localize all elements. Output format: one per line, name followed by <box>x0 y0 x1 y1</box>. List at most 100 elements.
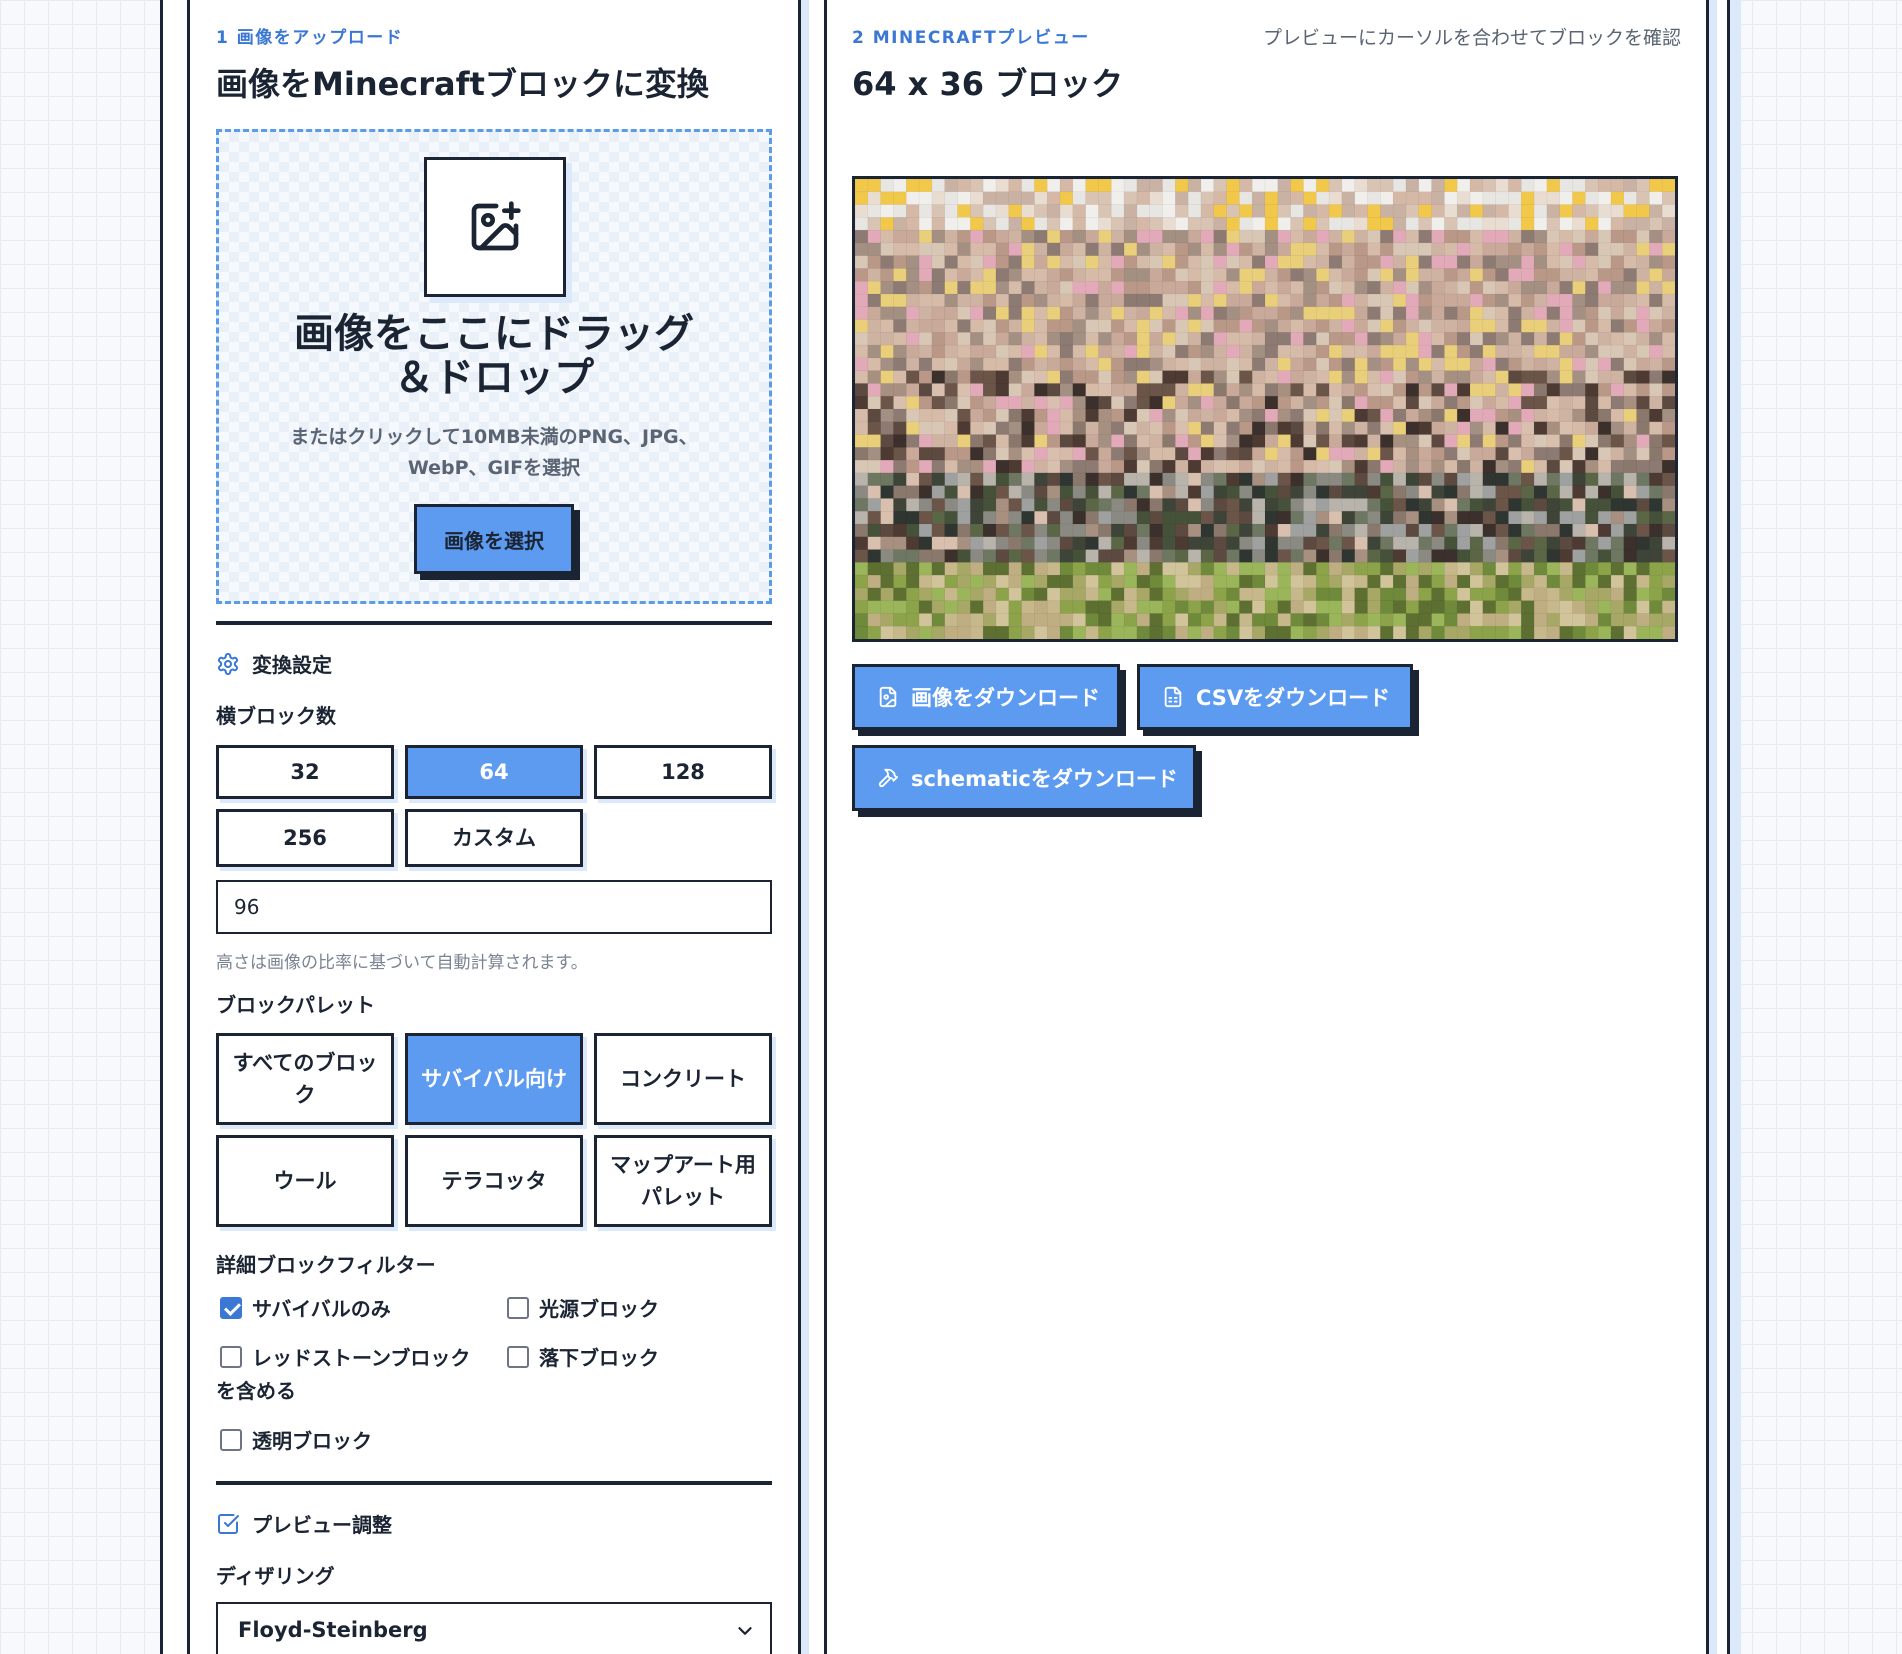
preview-block[interactable] <box>1392 319 1407 334</box>
preview-block[interactable] <box>1008 625 1023 639</box>
preview-block[interactable] <box>1508 344 1523 359</box>
preview-block[interactable] <box>880 383 895 398</box>
preview-block[interactable] <box>867 549 882 564</box>
preview-block[interactable] <box>1469 408 1484 423</box>
preview-block[interactable] <box>944 395 959 410</box>
preview-block[interactable] <box>1085 306 1100 321</box>
preview-block[interactable] <box>1380 459 1394 474</box>
preview-block[interactable] <box>1187 179 1202 193</box>
preview-block[interactable] <box>1533 587 1548 602</box>
preview-block[interactable] <box>1149 613 1164 628</box>
preview-block[interactable] <box>1034 204 1048 219</box>
preview-block[interactable] <box>1431 600 1446 615</box>
preview-block[interactable] <box>1110 268 1125 283</box>
preview-block[interactable] <box>944 472 959 487</box>
preview-block[interactable] <box>1110 357 1125 372</box>
preview-block[interactable] <box>1239 562 1253 576</box>
preview-block[interactable] <box>1149 191 1164 206</box>
preview-block[interactable] <box>1264 383 1279 398</box>
preview-block[interactable] <box>1508 280 1523 295</box>
preview-block[interactable] <box>1585 421 1599 436</box>
preview-block[interactable] <box>1469 255 1484 270</box>
preview-block[interactable] <box>855 587 869 602</box>
preview-block[interactable] <box>1469 574 1484 589</box>
preview-block[interactable] <box>1341 498 1356 513</box>
preview-block[interactable] <box>905 421 920 436</box>
preview-block[interactable] <box>1175 434 1189 449</box>
preview-block[interactable] <box>1251 408 1266 423</box>
preview-block[interactable] <box>1021 179 1036 193</box>
preview-block[interactable] <box>1034 600 1048 615</box>
preview-block[interactable] <box>1046 344 1061 359</box>
preview-block[interactable] <box>1072 344 1087 359</box>
preview-block[interactable] <box>1303 536 1318 551</box>
preview-block[interactable] <box>880 574 895 589</box>
preview-block[interactable] <box>905 536 920 551</box>
preview-block[interactable] <box>970 549 984 564</box>
preview-block[interactable] <box>1380 332 1394 346</box>
preview-block[interactable] <box>1597 370 1612 385</box>
filter-redstone[interactable]: レッドストーンブロックを含める <box>216 1342 478 1408</box>
preview-block[interactable] <box>1239 536 1253 551</box>
preview-block[interactable] <box>1456 293 1471 308</box>
preview-block[interactable] <box>1226 600 1241 615</box>
preview-block[interactable] <box>1354 255 1369 270</box>
preview-block[interactable] <box>1444 625 1458 639</box>
preview-block[interactable] <box>1341 332 1356 346</box>
preview-block[interactable] <box>1175 293 1189 308</box>
preview-block[interactable] <box>1559 383 1574 398</box>
preview-block[interactable] <box>1610 217 1625 231</box>
preview-block[interactable] <box>1405 536 1420 551</box>
preview-block[interactable] <box>970 587 984 602</box>
palette-option-all-blocks[interactable]: すべてのブロック <box>216 1033 394 1125</box>
preview-block[interactable] <box>1405 242 1420 257</box>
preview-block[interactable] <box>867 293 882 308</box>
preview-block[interactable] <box>905 485 920 500</box>
preview-block[interactable] <box>1431 472 1446 487</box>
preview-block[interactable] <box>1546 613 1561 628</box>
preview-block[interactable] <box>944 421 959 436</box>
preview-block[interactable] <box>1200 293 1215 308</box>
preview-block[interactable] <box>1059 242 1074 257</box>
preview-block[interactable] <box>1072 280 1087 295</box>
preview-block[interactable] <box>1380 421 1394 436</box>
preview-block[interactable] <box>1021 472 1036 487</box>
preview-block[interactable] <box>1495 447 1510 461</box>
preview-block[interactable] <box>1226 587 1241 602</box>
preview-block[interactable] <box>1533 421 1548 436</box>
preview-block[interactable] <box>1085 395 1100 410</box>
preview-block[interactable] <box>970 472 984 487</box>
preview-block[interactable] <box>1431 536 1446 551</box>
preview-block[interactable] <box>1226 293 1241 308</box>
preview-block[interactable] <box>1649 613 1663 628</box>
preview-block[interactable] <box>1610 395 1625 410</box>
preview-block[interactable] <box>1110 562 1125 576</box>
preview-block[interactable] <box>1123 229 1138 244</box>
preview-block[interactable] <box>1328 319 1343 334</box>
preview-block[interactable] <box>1508 293 1523 308</box>
preview-block[interactable] <box>1098 306 1113 321</box>
preview-block[interactable] <box>1136 421 1151 436</box>
preview-block[interactable] <box>1559 447 1574 461</box>
preview-block[interactable] <box>1546 536 1561 551</box>
preview-block[interactable] <box>1456 562 1471 576</box>
preview-block[interactable] <box>1597 485 1612 500</box>
preview-block[interactable] <box>1187 383 1202 398</box>
preview-block[interactable] <box>1559 549 1574 564</box>
preview-block[interactable] <box>1610 459 1625 474</box>
preview-block[interactable] <box>1226 332 1241 346</box>
preview-block[interactable] <box>1213 408 1228 423</box>
preview-block[interactable] <box>867 498 882 513</box>
preview-block[interactable] <box>1482 549 1497 564</box>
preview-block[interactable] <box>1213 280 1228 295</box>
preview-block[interactable] <box>1444 395 1458 410</box>
preview-block[interactable] <box>1200 217 1215 231</box>
preview-block[interactable] <box>855 549 869 564</box>
preview-block[interactable] <box>1508 306 1523 321</box>
preview-block[interactable] <box>1034 625 1048 639</box>
preview-block[interactable] <box>1226 179 1241 193</box>
preview-block[interactable] <box>893 498 908 513</box>
preview-block[interactable] <box>1149 280 1164 295</box>
preview-block[interactable] <box>893 562 908 576</box>
preview-block[interactable] <box>1277 204 1292 219</box>
